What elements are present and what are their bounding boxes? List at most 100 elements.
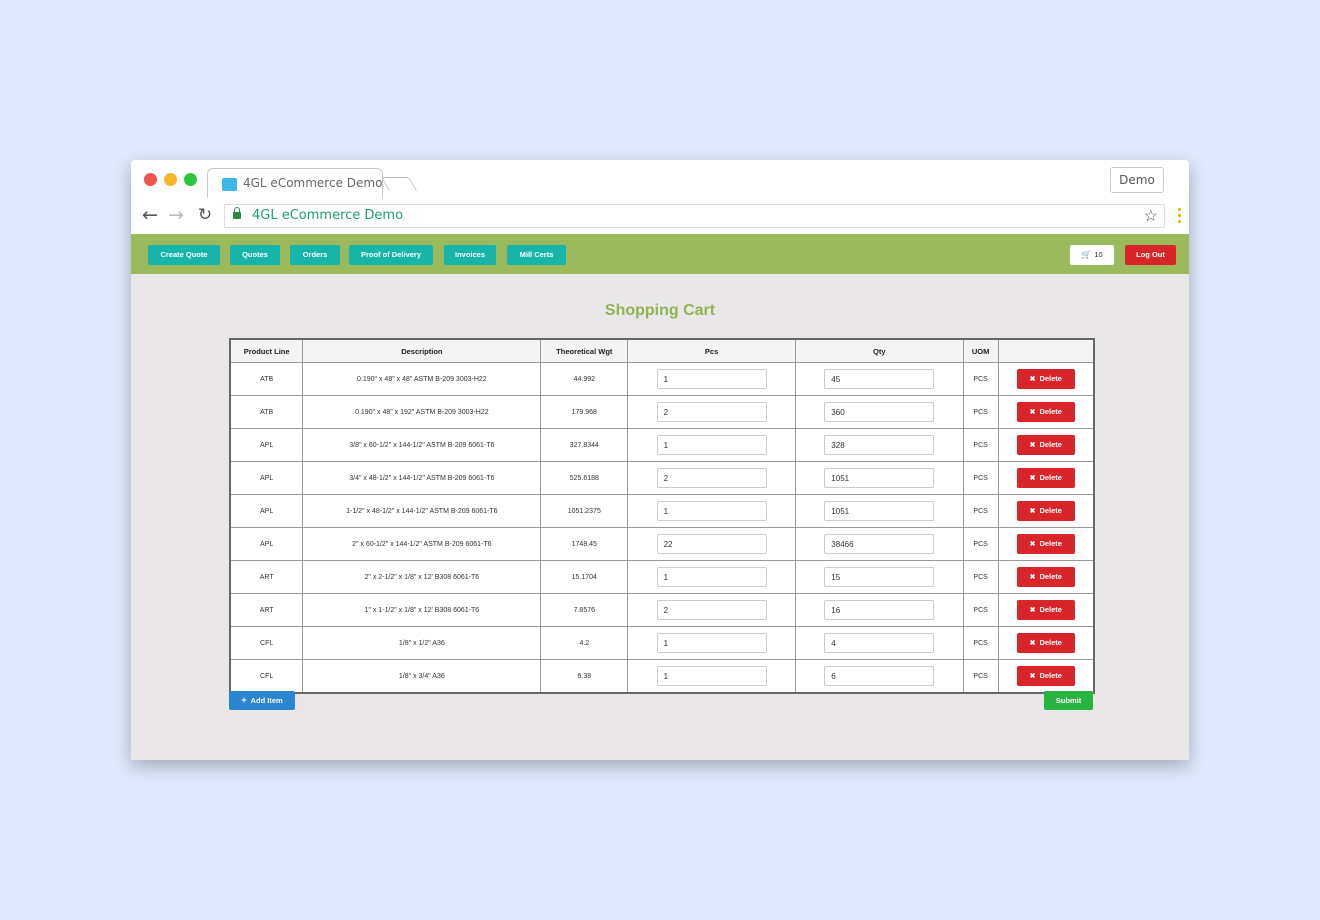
uom-cell: PCS [962, 560, 999, 594]
pcs-input[interactable]: 1 [656, 435, 767, 455]
weight-cell: 4.2 [540, 626, 629, 660]
delete-label: Delete [1039, 605, 1062, 614]
reload-icon[interactable]: ↻ [194, 204, 216, 226]
pcs-input[interactable]: 1 [656, 369, 767, 389]
qty-input[interactable]: 16 [824, 600, 935, 620]
delete-button[interactable]: ✖ Delete [1016, 402, 1075, 422]
qty-input[interactable]: 6 [824, 666, 935, 686]
qty-input[interactable]: 360 [824, 402, 935, 422]
main-content: Shopping Cart Product Line Description T… [131, 274, 1189, 760]
address-bar[interactable]: 4GL eCommerce Demo ☆ [224, 204, 1165, 228]
action-cell: ✖ Delete [997, 494, 1095, 528]
nav-create-quote[interactable]: Create Quote [148, 245, 220, 265]
delete-button[interactable]: ✖ Delete [1016, 369, 1075, 389]
qty-input[interactable]: 45 [824, 369, 935, 389]
add-item-button[interactable]: + Add Item [229, 691, 295, 710]
close-window-button[interactable] [144, 173, 157, 186]
pcs-input[interactable]: 2 [656, 402, 767, 422]
delete-label: Delete [1039, 671, 1062, 680]
qty-input[interactable]: 1051 [824, 468, 935, 488]
delete-button[interactable]: ✖ Delete [1016, 600, 1075, 620]
pcs-input[interactable]: 22 [656, 534, 767, 554]
close-icon: ✖ [1029, 673, 1036, 680]
nav-orders[interactable]: Orders [290, 245, 340, 265]
cart-button[interactable]: 🛒 10 [1070, 245, 1114, 265]
back-icon[interactable]: ← [139, 204, 161, 226]
close-icon: ✖ [1029, 541, 1036, 548]
delete-button[interactable]: ✖ Delete [1016, 534, 1075, 554]
logout-button[interactable]: Log Out [1125, 245, 1176, 265]
table-row: APL 2" x 60-1/2" x 144-1/2" ASTM B-209 60… [229, 527, 1095, 561]
tab-title: 4GL eCommerce Demo [243, 176, 383, 190]
forward-icon[interactable]: → [165, 204, 187, 226]
submit-button[interactable]: Submit [1044, 691, 1093, 710]
description-cell: 3/4" x 48-1/2" x 144-1/2" ASTM B-209 606… [302, 461, 542, 495]
close-icon: ✖ [1029, 409, 1036, 416]
nav-proof-of-delivery[interactable]: Proof of Delivery [349, 245, 433, 265]
browser-window: 4GL eCommerce Demo Demo ← → ↻ 4GL eComme… [131, 160, 1189, 760]
browser-menu-icon[interactable] [1178, 208, 1181, 224]
pcs-cell: 2 [627, 461, 796, 495]
delete-button[interactable]: ✖ Delete [1016, 666, 1075, 686]
close-icon: ✖ [1029, 442, 1036, 449]
delete-button[interactable]: ✖ Delete [1016, 435, 1075, 455]
new-tab-button[interactable] [380, 177, 418, 191]
pcs-input[interactable]: 1 [656, 633, 767, 653]
lock-icon [233, 207, 241, 219]
action-cell: ✖ Delete [997, 362, 1095, 396]
weight-cell: 6.38 [540, 659, 629, 694]
qty-input[interactable]: 1051 [824, 501, 935, 521]
uom-cell: PCS [962, 461, 999, 495]
minimize-window-button[interactable] [164, 173, 177, 186]
delete-label: Delete [1039, 374, 1062, 383]
qty-cell: 45 [794, 362, 964, 396]
weight-cell: 179.968 [540, 395, 629, 429]
qty-cell: 38466 [794, 527, 964, 561]
header-actions [997, 338, 1095, 363]
nav-mill-certs[interactable]: Mill Certs [507, 245, 566, 265]
cart-table: Product Line Description Theoretical Wgt… [229, 338, 1095, 694]
url-text: 4GL eCommerce Demo [252, 208, 404, 223]
close-icon: ✖ [1029, 376, 1036, 383]
delete-label: Delete [1039, 539, 1062, 548]
delete-button[interactable]: ✖ Delete [1016, 633, 1075, 653]
pcs-cell: 1 [627, 659, 796, 694]
description-cell: 2" x 2-1/2" x 1/8" x 12' B308 6061-T6 [302, 560, 542, 594]
header-description: Description [302, 338, 542, 363]
description-cell: 0.190" x 48" x 192" ASTM B-209 3003-H22 [302, 395, 542, 429]
delete-button[interactable]: ✖ Delete [1016, 468, 1075, 488]
table-row: CFL 1/8" x 3/4" A36 6.38 1 6 PCS ✖ Delete [229, 659, 1095, 694]
delete-label: Delete [1039, 572, 1062, 581]
bookmark-star-icon[interactable]: ☆ [1144, 206, 1158, 226]
pcs-input[interactable]: 2 [656, 600, 767, 620]
weight-cell: 44.992 [540, 362, 629, 396]
qty-input[interactable]: 15 [824, 567, 935, 587]
nav-quotes[interactable]: Quotes [230, 245, 280, 265]
pcs-input[interactable]: 1 [656, 567, 767, 587]
uom-cell: PCS [962, 428, 999, 462]
pcs-cell: 1 [627, 626, 796, 660]
page-title: Shopping Cart [604, 302, 716, 319]
pcs-input[interactable]: 1 [656, 501, 767, 521]
description-cell: 2" x 60-1/2" x 144-1/2" ASTM B-209 6061-… [302, 527, 542, 561]
profile-button[interactable]: Demo [1110, 167, 1164, 193]
delete-button[interactable]: ✖ Delete [1016, 501, 1075, 521]
pcs-input[interactable]: 1 [656, 666, 767, 686]
header-uom: UOM [962, 338, 999, 363]
weight-cell: 1051.2375 [540, 494, 629, 528]
weight-cell: 327.8344 [540, 428, 629, 462]
uom-cell: PCS [962, 626, 999, 660]
pcs-input[interactable]: 2 [656, 468, 767, 488]
qty-input[interactable]: 4 [824, 633, 935, 653]
action-cell: ✖ Delete [997, 428, 1095, 462]
qty-cell: 1051 [794, 494, 964, 528]
browser-tab[interactable]: 4GL eCommerce Demo [207, 168, 383, 199]
maximize-window-button[interactable] [184, 173, 197, 186]
qty-input[interactable]: 38466 [824, 534, 935, 554]
qty-input[interactable]: 328 [824, 435, 935, 455]
nav-invoices[interactable]: Invoices [444, 245, 496, 265]
delete-label: Delete [1039, 440, 1062, 449]
uom-cell: PCS [962, 659, 999, 694]
delete-button[interactable]: ✖ Delete [1016, 567, 1075, 587]
uom-cell: PCS [962, 362, 999, 396]
